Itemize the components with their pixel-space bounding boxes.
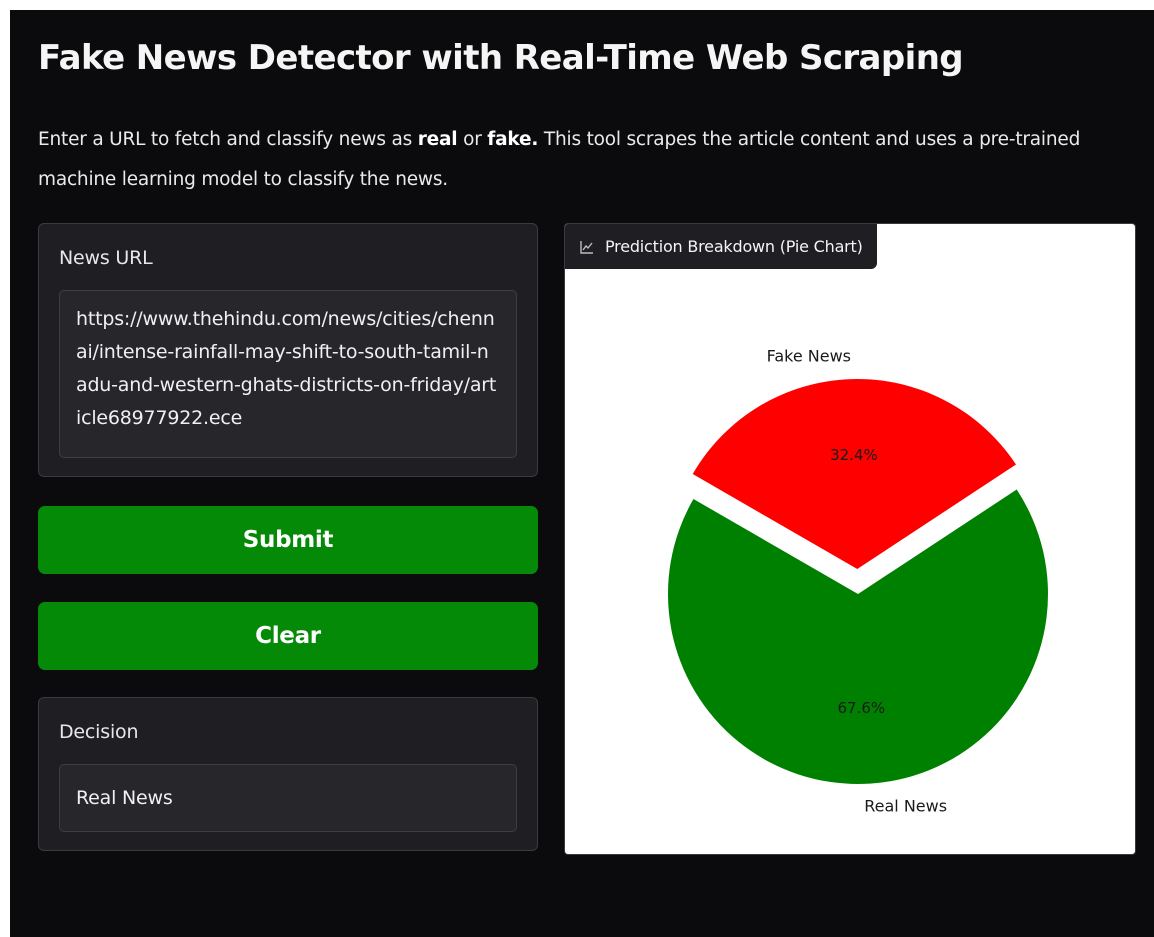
- pie-category-label: Fake News: [767, 346, 851, 365]
- submit-button[interactable]: Submit: [38, 506, 538, 574]
- pie-percent-label: 32.4%: [830, 446, 878, 464]
- description-or: or: [457, 129, 488, 150]
- news-url-input[interactable]: https://www.thehindu.com/news/cities/che…: [59, 290, 517, 458]
- chart-panel-tab: Prediction Breakdown (Pie Chart): [565, 224, 877, 269]
- pie-chart: 67.6% Real News 32.4% Fake News: [668, 346, 1048, 816]
- news-url-panel: News URL https://www.thehindu.com/news/c…: [38, 223, 538, 477]
- chart-icon: [580, 240, 593, 254]
- description-fake-emphasis: fake.: [487, 129, 539, 150]
- news-url-label: News URL: [59, 247, 153, 269]
- pie-category-label: Real News: [864, 797, 947, 816]
- app-window: Fake News Detector with Real-Time Web Sc…: [10, 10, 1154, 937]
- page-title: Fake News Detector with Real-Time Web Sc…: [38, 38, 964, 78]
- clear-button[interactable]: Clear: [38, 602, 538, 670]
- decision-label: Decision: [59, 721, 139, 743]
- decision-panel: Decision Real News: [38, 697, 538, 851]
- page-description: Enter a URL to fetch and classify news a…: [38, 120, 1118, 200]
- chart-panel-title: Prediction Breakdown (Pie Chart): [605, 237, 863, 256]
- pie-percent-label: 67.6%: [838, 699, 886, 717]
- description-text: Enter a URL to fetch and classify news a…: [38, 129, 418, 150]
- description-real-emphasis: real: [417, 129, 458, 150]
- decision-output: Real News: [59, 764, 517, 832]
- prediction-chart-panel: 67.6% Real News 32.4% Fake News Prediction …: [564, 223, 1136, 855]
